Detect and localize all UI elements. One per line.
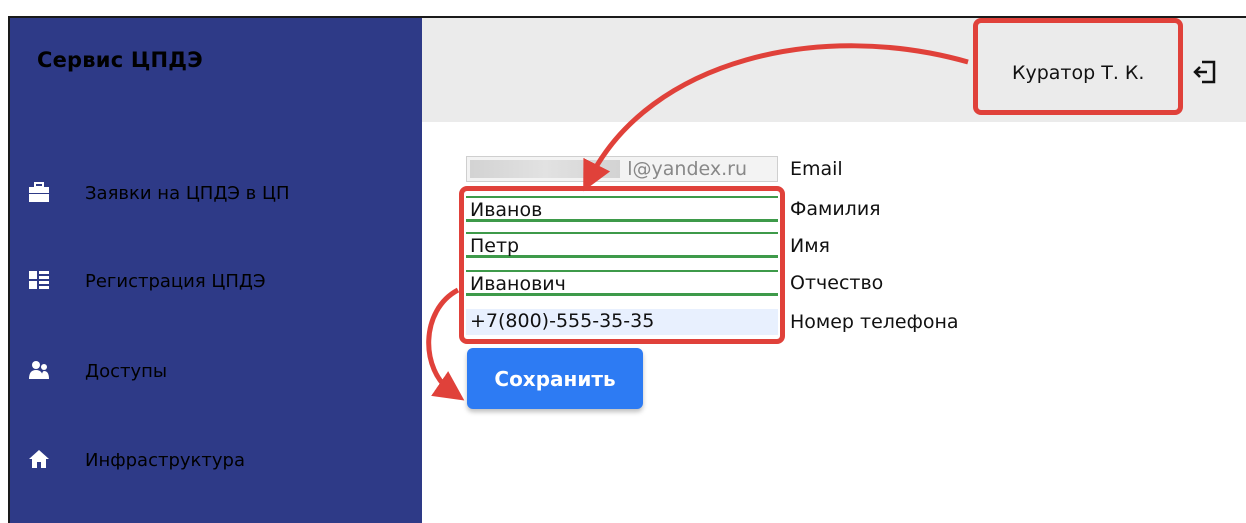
arrow-to-fields [583, 43, 969, 192]
arrow-to-save [426, 287, 465, 401]
annotation-arrows [426, 43, 969, 401]
